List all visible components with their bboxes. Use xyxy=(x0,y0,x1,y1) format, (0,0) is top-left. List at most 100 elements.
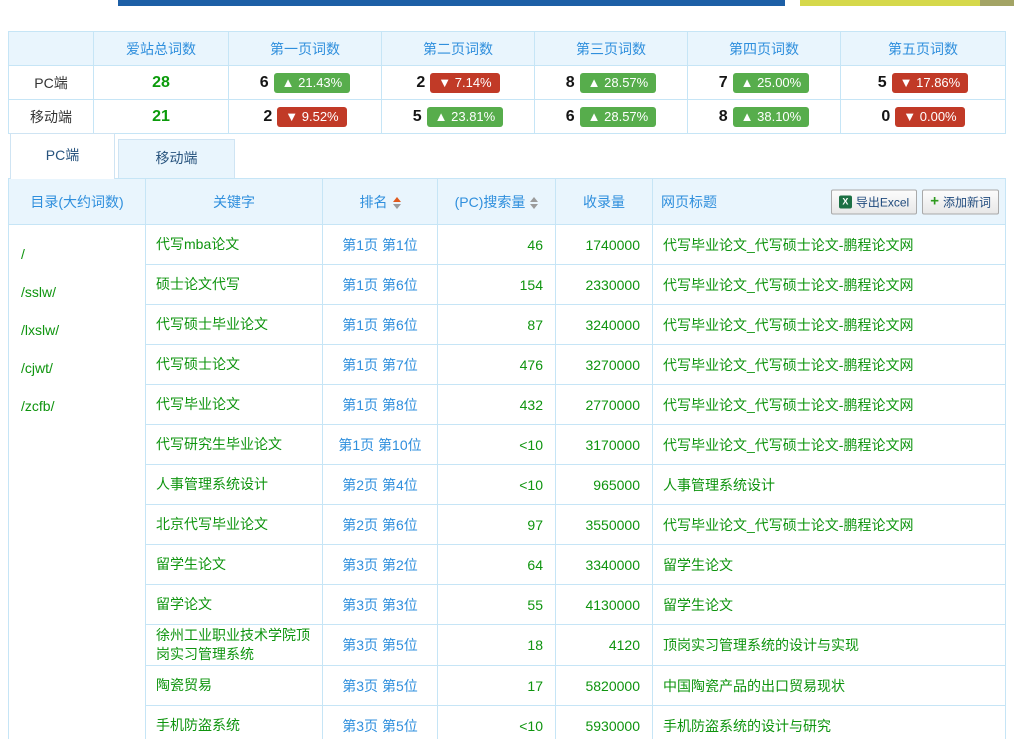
keyword-link[interactable]: 硕士论文代写 xyxy=(156,276,240,292)
header-search-volume[interactable]: (PC)搜索量 xyxy=(438,179,556,225)
search-volume-value: 18 xyxy=(438,625,556,666)
search-volume-value: 97 xyxy=(438,505,556,545)
header-page-title-label: 网页标题 xyxy=(661,194,717,210)
page-title-value: 人事管理系统设计 xyxy=(653,465,1006,505)
keyword-table: 目录(大约词数) 关键字 排名 (PC)搜索量 收录量 网页标题 X 导出Exc… xyxy=(8,178,1006,739)
index-count-value: 965000 xyxy=(556,465,653,505)
table-row: 徐州工业职业技术学院顶岗实习管理系统 第3页 第5位 18 4120 顶岗实习管… xyxy=(9,625,1006,666)
stats-count: 8 xyxy=(719,108,728,125)
stats-count: 6 xyxy=(260,74,269,91)
page: 爱站总词数 第一页词数 第二页词数 第三页词数 第四页词数 第五页词数 PC端2… xyxy=(0,0,1014,739)
page-title-value: 代写毕业论文_代写硕士论文-鹏程论文网 xyxy=(653,425,1006,465)
directory-list-cell: //sslw//lxslw//cjwt//zcfb/ xyxy=(9,225,146,739)
stats-row-label: PC端 xyxy=(9,66,94,100)
keyword-link[interactable]: 陶瓷贸易 xyxy=(156,677,212,693)
directory-link[interactable]: / xyxy=(21,235,145,273)
tab-mobile[interactable]: 移动端 xyxy=(118,139,235,179)
stats-count: 0 xyxy=(881,108,890,125)
keyword-link[interactable]: 代写mba论文 xyxy=(156,236,239,252)
rank-link[interactable]: 第3页 第5位 xyxy=(342,718,417,734)
search-volume-value: <10 xyxy=(438,465,556,505)
page-title-value: 代写毕业论文_代写硕士论文-鹏程论文网 xyxy=(653,225,1006,265)
sort-search-icon[interactable] xyxy=(530,197,538,209)
search-volume-value: 46 xyxy=(438,225,556,265)
stats-page-cell: 5▼ 17.86% xyxy=(841,66,1006,100)
stats-page-cell: 8 ▲ 38.10% xyxy=(688,100,841,134)
keyword-link[interactable]: 留学生论文 xyxy=(156,556,226,572)
stats-page-cell: 6▲ 28.57% xyxy=(535,100,688,134)
top-cutoff-blue-bar xyxy=(118,0,785,6)
search-volume-value: 476 xyxy=(438,345,556,385)
tab-pc[interactable]: PC端 xyxy=(10,133,115,179)
sort-rank-icon[interactable] xyxy=(393,197,401,209)
top-cutoff-yellow-bar xyxy=(800,0,980,6)
rank-link[interactable]: 第3页 第2位 xyxy=(342,557,417,573)
stats-header-row: 爱站总词数 第一页词数 第二页词数 第三页词数 第四页词数 第五页词数 xyxy=(9,32,1006,66)
header-rank[interactable]: 排名 xyxy=(323,179,438,225)
rank-link[interactable]: 第3页 第5位 xyxy=(342,678,417,694)
search-volume-value: <10 xyxy=(438,425,556,465)
page-title-value: 留学生论文 xyxy=(653,545,1006,585)
rank-link[interactable]: 第1页 第1位 xyxy=(342,237,417,253)
page-title-value: 留学生论文 xyxy=(653,585,1006,625)
keyword-link[interactable]: 徐州工业职业技术学院顶岗实习管理系统 xyxy=(156,627,310,662)
change-badge-down: ▼ 7.14% xyxy=(430,73,499,93)
stats-col-page2: 第二页词数 xyxy=(382,32,535,66)
stats-row: 移动端212▼ 9.52%5▲ 23.81%6▲ 28.57%8▲ 38.10%… xyxy=(9,100,1006,134)
stats-count: 6 xyxy=(566,108,575,125)
keyword-link[interactable]: 代写研究生毕业论文 xyxy=(156,436,282,452)
rank-link[interactable]: 第1页 第8位 xyxy=(342,397,417,413)
keyword-link[interactable]: 人事管理系统设计 xyxy=(156,476,268,492)
index-count-value: 3340000 xyxy=(556,545,653,585)
stats-table: 爱站总词数 第一页词数 第二页词数 第三页词数 第四页词数 第五页词数 PC端2… xyxy=(8,31,1006,134)
page-title-value: 代写毕业论文_代写硕士论文-鹏程论文网 xyxy=(653,345,1006,385)
stats-count: 5 xyxy=(413,108,422,125)
rank-link[interactable]: 第2页 第6位 xyxy=(342,517,417,533)
keyword-link[interactable]: 留学论文 xyxy=(156,596,212,612)
rank-link[interactable]: 第2页 第4位 xyxy=(342,477,417,493)
index-count-value: 5820000 xyxy=(556,666,653,706)
index-count-value: 4120 xyxy=(556,625,653,666)
rank-link[interactable]: 第1页 第7位 xyxy=(342,357,417,373)
keyword-header-row: 目录(大约词数) 关键字 排名 (PC)搜索量 收录量 网页标题 X 导出Exc… xyxy=(9,179,1006,225)
add-keyword-button[interactable]: + 添加新词 xyxy=(922,189,999,214)
table-row: 代写毕业论文 第1页 第8位 432 2770000 代写毕业论文_代写硕士论文… xyxy=(9,385,1006,425)
keyword-link[interactable]: 北京代写毕业论文 xyxy=(156,516,268,532)
keyword-link[interactable]: 代写硕士毕业论文 xyxy=(156,316,268,332)
stats-col-page1: 第一页词数 xyxy=(229,32,382,66)
directory-link[interactable]: /sslw/ xyxy=(21,273,145,311)
directory-link[interactable]: /zcfb/ xyxy=(21,387,145,425)
page-title-value: 手机防盗系统的设计与研究 xyxy=(653,706,1006,739)
directory-link[interactable]: /cjwt/ xyxy=(21,349,145,387)
search-volume-value: <10 xyxy=(438,706,556,739)
rank-link[interactable]: 第1页 第10位 xyxy=(338,437,421,453)
top-cutoff-olive-bar xyxy=(980,0,1014,6)
header-page-title: 网页标题 X 导出Excel + 添加新词 xyxy=(653,179,1006,225)
header-directory: 目录(大约词数) xyxy=(9,179,146,225)
index-count-value: 1740000 xyxy=(556,225,653,265)
rank-link[interactable]: 第3页 第3位 xyxy=(342,597,417,613)
export-excel-button[interactable]: X 导出Excel xyxy=(831,189,917,214)
change-badge-up: ▲ 23.81% xyxy=(427,107,504,127)
stats-page-cell: 5 ▲ 23.81% xyxy=(382,100,535,134)
change-badge-down: ▼ 9.52% xyxy=(277,107,346,127)
index-count-value: 4130000 xyxy=(556,585,653,625)
stats-page-cell: 8▲ 28.57% xyxy=(535,66,688,100)
directory-link[interactable]: /lxslw/ xyxy=(21,311,145,349)
rank-link[interactable]: 第1页 第6位 xyxy=(342,317,417,333)
keyword-link[interactable]: 代写毕业论文 xyxy=(156,396,240,412)
stats-page-cell: 0▼ 0.00% xyxy=(841,100,1006,134)
page-title-value: 代写毕业论文_代写硕士论文-鹏程论文网 xyxy=(653,265,1006,305)
table-row: 代写研究生毕业论文 第1页 第10位 <10 3170000 代写毕业论文_代写… xyxy=(9,425,1006,465)
index-count-value: 3550000 xyxy=(556,505,653,545)
change-badge-down: ▼ 17.86% xyxy=(892,73,969,93)
header-buttons: X 导出Excel + 添加新词 xyxy=(831,189,999,214)
table-row: 陶瓷贸易 第3页 第5位 17 5820000 中国陶瓷产品的出口贸易现状 xyxy=(9,666,1006,706)
keyword-link[interactable]: 手机防盗系统 xyxy=(156,717,240,733)
keyword-link[interactable]: 代写硕士论文 xyxy=(156,356,240,372)
header-index-count: 收录量 xyxy=(556,179,653,225)
change-badge-up: ▲ 38.10% xyxy=(733,107,810,127)
rank-link[interactable]: 第1页 第6位 xyxy=(342,277,417,293)
index-count-value: 5930000 xyxy=(556,706,653,739)
rank-link[interactable]: 第3页 第5位 xyxy=(342,637,417,653)
